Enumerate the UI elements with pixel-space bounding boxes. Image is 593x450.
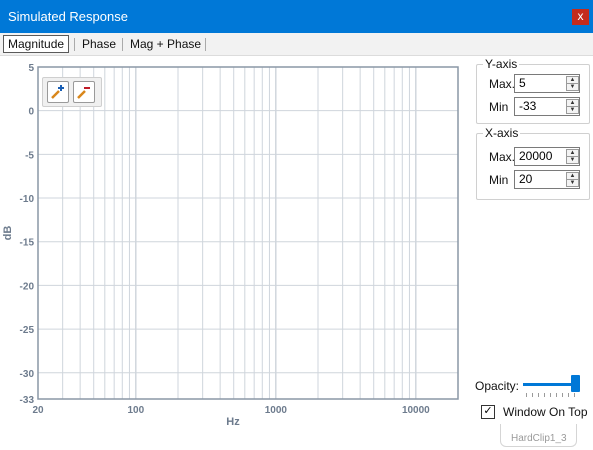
opacity-slider[interactable] <box>523 375 580 392</box>
y-tick-label: -25 <box>20 325 35 336</box>
spin-down-icon[interactable]: ▼ <box>566 179 579 187</box>
opacity-slider-ticks <box>526 393 578 397</box>
x-tick-label: 10000 <box>402 405 430 416</box>
tab-strip: Magnitude Phase Mag + Phase <box>0 33 593 56</box>
spinner-arrows[interactable]: ▲ ▼ <box>566 76 579 91</box>
tab-separator <box>122 38 123 51</box>
y-max-label: Max. <box>489 77 516 91</box>
y-tick-label: 0 <box>28 107 34 118</box>
x-min-value[interactable]: 20 <box>519 172 532 186</box>
spin-down-icon[interactable]: ▼ <box>566 106 579 114</box>
y-max-spinner[interactable]: 5 ▲ ▼ <box>514 74 580 93</box>
tab-phase[interactable]: Phase <box>78 36 120 52</box>
status-text: HardClip1_3 <box>511 433 567 444</box>
y-min-value[interactable]: -33 <box>519 99 536 113</box>
spinner-arrows[interactable]: ▲ ▼ <box>566 149 579 164</box>
plot-area[interactable] <box>38 67 458 399</box>
opacity-label: Opacity: <box>475 379 520 393</box>
y-axis-label: dB <box>2 226 14 241</box>
checkmark-icon: ✓ <box>483 405 493 417</box>
zoom-in-icon <box>51 85 64 99</box>
x-min-spinner[interactable]: 20 ▲ ▼ <box>514 170 580 189</box>
spin-down-icon[interactable]: ▼ <box>566 83 579 91</box>
x-max-label: Max. <box>489 150 516 164</box>
opacity-slider-thumb[interactable] <box>571 375 580 392</box>
x-axis-group-title: X-axis <box>483 126 521 140</box>
y-tick-label: -10 <box>20 194 35 205</box>
zoom-out-button[interactable] <box>73 81 95 103</box>
y-min-spinner[interactable]: -33 ▲ ▼ <box>514 97 580 116</box>
x-min-label: Min <box>489 173 509 187</box>
close-button[interactable]: x <box>572 9 589 25</box>
zoom-out-icon <box>77 87 90 99</box>
tab-magnitude[interactable]: Magnitude <box>3 35 70 53</box>
x-tick-label: 1000 <box>265 405 288 416</box>
tab-mag-phase[interactable]: Mag + Phase <box>126 36 205 52</box>
spinner-arrows[interactable]: ▲ ▼ <box>566 172 579 187</box>
x-tick-label: 100 <box>128 405 145 416</box>
zoom-toolbar <box>42 77 102 107</box>
x-axis-group <box>476 133 590 200</box>
y-tick-label: -15 <box>20 238 35 249</box>
x-max-value[interactable]: 20000 <box>519 149 552 163</box>
tab-separator <box>205 38 206 51</box>
y-tick-label: 5 <box>28 63 34 74</box>
y-axis-group-title: Y-axis <box>483 57 520 71</box>
y-tick-label: -30 <box>20 369 35 380</box>
x-max-spinner[interactable]: 20000 ▲ ▼ <box>514 147 580 166</box>
x-axis-label: Hz <box>226 416 240 428</box>
window-title: Simulated Response <box>8 9 128 24</box>
zoom-in-button[interactable] <box>47 81 69 103</box>
y-tick-label: -5 <box>25 150 34 161</box>
y-max-value[interactable]: 5 <box>519 76 526 90</box>
y-min-label: Min <box>489 100 509 114</box>
window-on-top-checkbox[interactable]: ✓ <box>481 405 495 419</box>
y-tick-label: -20 <box>20 281 35 292</box>
magnitude-chart[interactable]: 50-5-10-15-20-25-30-3320 100 1000 10000HzdB <box>0 58 470 430</box>
spin-down-icon[interactable]: ▼ <box>566 156 579 164</box>
spinner-arrows[interactable]: ▲ ▼ <box>566 99 579 114</box>
tab-separator <box>74 38 75 51</box>
title-bar: Simulated Response x <box>0 0 593 33</box>
window-on-top-label[interactable]: Window On Top <box>503 405 588 419</box>
x-tick-label: 20 <box>32 405 44 416</box>
